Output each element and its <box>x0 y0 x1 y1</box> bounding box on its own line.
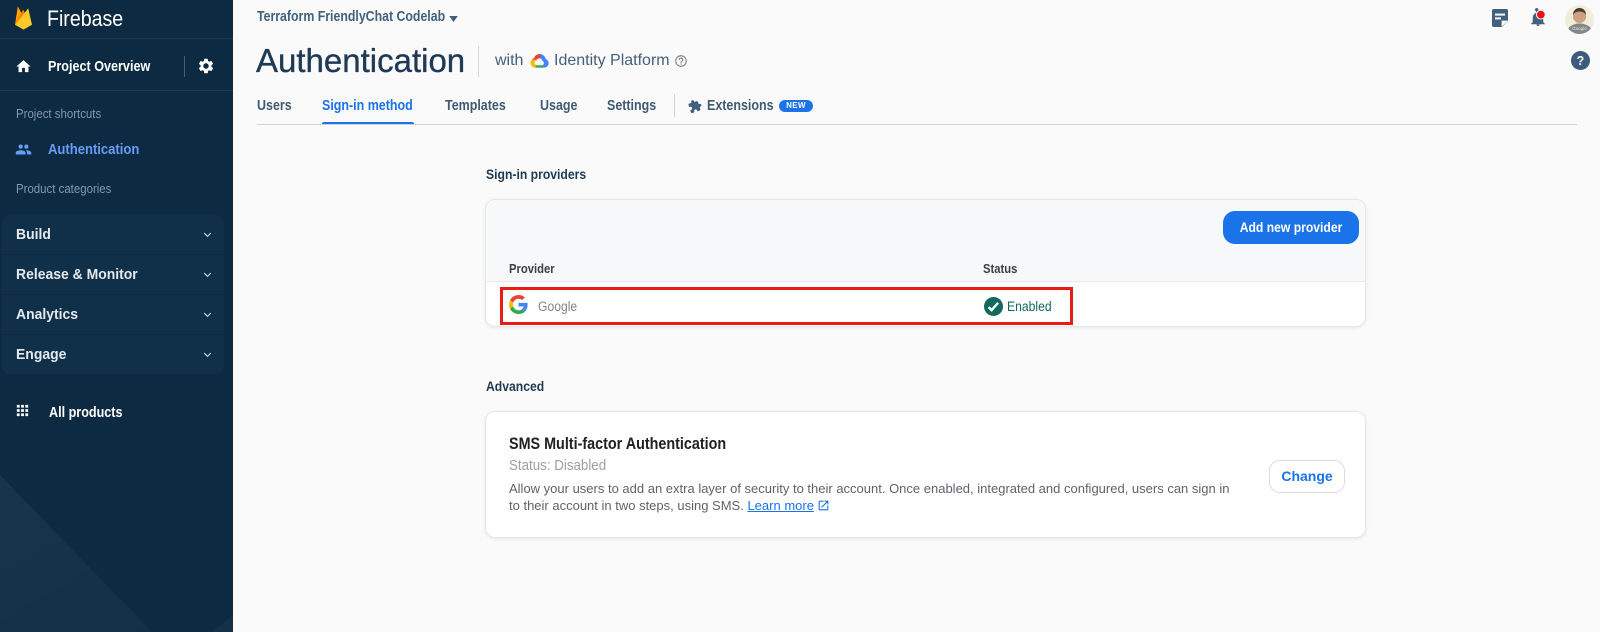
svg-text:?: ? <box>1577 54 1585 68</box>
svg-text:Google: Google <box>1572 26 1587 31</box>
